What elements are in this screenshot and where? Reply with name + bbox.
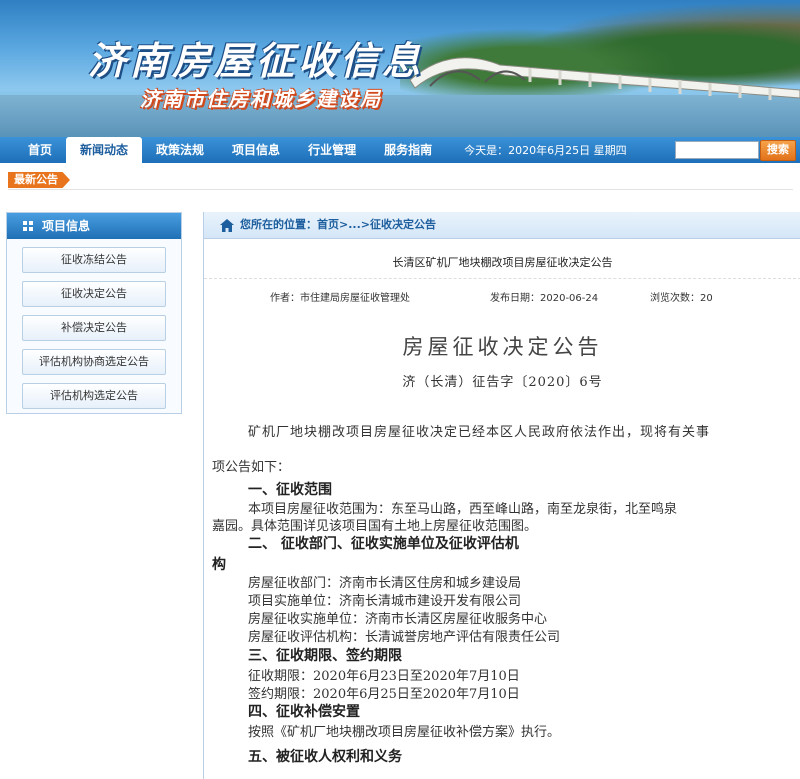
site-banner: 济南房屋征收信息 济南市住房和城乡建设局 — [0, 0, 800, 137]
current-date: 今天是：2020年6月25日 星期四 — [464, 144, 627, 157]
latest-notice-label: 最新公告 — [8, 172, 70, 188]
article-date: 发布日期：2020-06-24 — [490, 293, 599, 304]
sidebar-item-appraisal-selection[interactable]: 评估机构选定公告 — [22, 383, 166, 409]
section-1-line-2: 嘉园。具体范围详见该项目国有土地上房屋征收范围图。 — [212, 519, 538, 534]
sidebar-item-decision-notice[interactable]: 征收决定公告 — [22, 281, 166, 307]
section-3-title: 三、征收期限、签约期限 — [248, 648, 402, 664]
section-1-line-1: 本项目房屋征收范围为：东至马山路，西至峰山路，南至龙泉街，北至鸣泉 — [248, 502, 678, 517]
section-1-title: 一、征收范围 — [248, 482, 332, 498]
bridge-illustration — [410, 57, 800, 100]
breadcrumb-separator: >...> — [339, 218, 370, 231]
section-4-line-1: 按照《矿机厂地块棚改项目房屋征收补偿方案》执行。 — [248, 725, 561, 740]
nav-item-news[interactable]: 新闻动态 — [66, 137, 143, 163]
breadcrumb: 您所在的位置： 首页 >...> 征收决定公告 — [204, 212, 800, 239]
intro-line-2: 项公告如下： — [212, 460, 291, 475]
main-content: 您所在的位置： 首页 >...> 征收决定公告 长清区矿机厂地块棚改项目房屋征收… — [203, 212, 800, 779]
site-subtitle: 济南市住房和城乡建设局 — [140, 87, 382, 111]
section-2-title: 二、 征收部门、征收实施单位及征收评估机 — [248, 536, 519, 552]
article-views: 浏览次数：20 — [650, 293, 713, 304]
section-2-line-3: 房屋征收实施单位：济南市长清区房屋征收服务中心 — [248, 612, 548, 627]
article-heading: 长清区矿机厂地块棚改项目房屋征收决定公告 — [392, 256, 613, 269]
section-3-line-2: 签约期限：2020年6月25日至2020年7月10日 — [248, 687, 520, 702]
nav-item-service[interactable]: 服务指南 — [370, 137, 446, 163]
grid-icon — [23, 220, 34, 232]
nav-item-projects[interactable]: 项目信息 — [218, 137, 294, 163]
document-number: 济（长清）征告字〔2020〕6号 — [402, 375, 603, 390]
sidebar: 项目信息 征收冻结公告 征收决定公告 补偿决定公告 评估机构协商选定公告 评估机… — [6, 212, 182, 414]
nav-item-home[interactable]: 首页 — [14, 137, 66, 163]
section-2-title-cont: 构 — [212, 557, 226, 573]
section-4-title: 四、征收补偿安置 — [248, 704, 360, 720]
section-5-title: 五、被征收人权利和义务 — [248, 749, 402, 765]
search-input[interactable] — [675, 141, 759, 159]
nav-item-policy[interactable]: 政策法规 — [142, 137, 218, 163]
site-title: 济南房屋征收信息 — [88, 38, 425, 83]
sidebar-title: 项目信息 — [42, 219, 91, 233]
section-2-line-2: 项目实施单位：济南长清城市建设开发有限公司 — [248, 594, 522, 609]
section-2-line-1: 房屋征收部门：济南市长清区住房和城乡建设局 — [248, 576, 522, 591]
home-icon — [220, 218, 234, 232]
sidebar-item-freeze-notice[interactable]: 征收冻结公告 — [22, 247, 166, 273]
nav-item-industry[interactable]: 行业管理 — [294, 137, 370, 163]
intro-line-1: 矿机厂地块棚改项目房屋征收决定已经本区人民政府依法作出，现将有关事 — [248, 425, 711, 440]
latest-divider — [8, 189, 793, 190]
document-title: 房屋征收决定公告 — [402, 335, 603, 359]
section-3-line-1: 征收期限：2020年6月23日至2020年7月10日 — [248, 669, 520, 684]
article-author: 作者：市住建局房屋征收管理处 — [270, 293, 410, 304]
sidebar-header: 项目信息 — [7, 213, 181, 239]
breadcrumb-prefix: 您所在的位置： — [240, 218, 317, 231]
article-meta: 作者：市住建局房屋征收管理处 发布日期：2020-06-24 浏览次数：20 — [204, 278, 800, 309]
breadcrumb-current[interactable]: 征收决定公告 — [370, 212, 436, 238]
search-button[interactable]: 搜索 — [760, 140, 796, 161]
sidebar-item-appraisal-negotiation[interactable]: 评估机构协商选定公告 — [22, 349, 166, 375]
main-nav: 首页 新闻动态 政策法规 项目信息 行业管理 服务指南 今天是：2020年6月2… — [0, 137, 800, 163]
section-2-line-4: 房屋征收评估机构：长清诚誉房地产评估有限责任公司 — [248, 630, 561, 645]
breadcrumb-home-link[interactable]: 首页 — [317, 212, 339, 238]
sidebar-item-compensation-notice[interactable]: 补偿决定公告 — [22, 315, 166, 341]
